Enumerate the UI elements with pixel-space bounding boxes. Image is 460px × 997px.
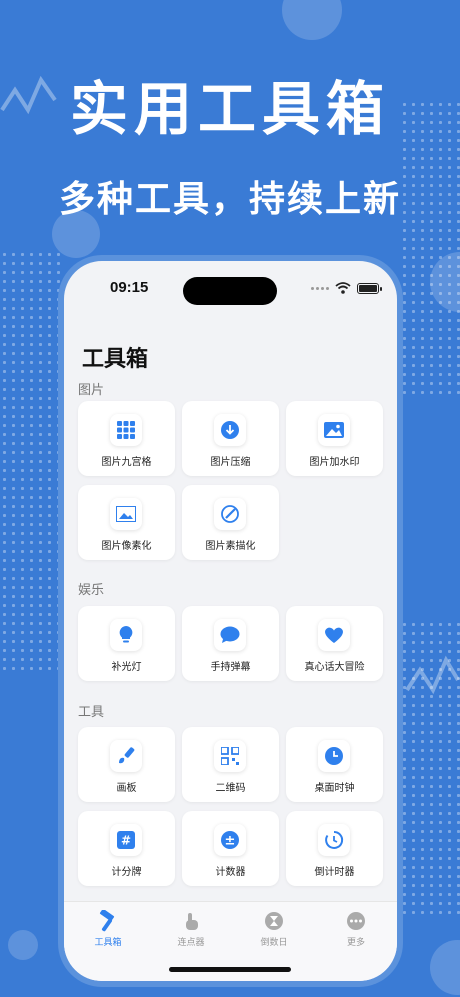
tool-card-label: 画板 xyxy=(116,783,137,794)
hero-title: 实用工具箱 xyxy=(69,75,390,143)
tool-card-label: 桌面时钟 xyxy=(314,783,355,794)
tool-card-label: 计数器 xyxy=(215,867,246,878)
compress-icon xyxy=(214,414,246,446)
clock-icon xyxy=(318,740,350,772)
bulb-icon xyxy=(110,619,142,651)
timer-icon xyxy=(318,824,350,856)
sketch-icon xyxy=(214,498,246,530)
tool-card[interactable]: 画板 xyxy=(78,727,175,802)
tool-card[interactable]: 二维码 xyxy=(182,727,279,802)
tool-card[interactable]: 图片加水印 xyxy=(286,401,383,476)
tool-card-label: 图片加水印 xyxy=(309,457,360,468)
tool-card[interactable]: 图片压缩 xyxy=(182,401,279,476)
image-icon xyxy=(318,414,350,446)
tool-card-label: 倒计时器 xyxy=(314,867,355,878)
hash-icon: # xyxy=(110,824,142,856)
heart-icon xyxy=(318,619,350,651)
svg-text:±: ± xyxy=(225,834,236,849)
home-indicator xyxy=(169,967,291,972)
hammer-icon xyxy=(99,910,115,932)
decor-circle xyxy=(430,940,460,995)
wifi-icon xyxy=(335,282,351,294)
tool-card-label: 手持弹幕 xyxy=(210,662,251,673)
phone-frame: 09:15 工具箱 图片图片九宫格 图片压缩 图片加水印图片像素化 图片素描化娱乐补光… xyxy=(58,255,403,987)
dynamic-island xyxy=(183,277,277,305)
tool-card-label: 图片像素化 xyxy=(101,541,152,552)
tool-card[interactable]: 桌面时钟 xyxy=(286,727,383,802)
tool-card-label: 补光灯 xyxy=(111,662,142,673)
tool-card-label: 图片素描化 xyxy=(205,541,256,552)
tab-countdown-days[interactable]: 倒数日 xyxy=(244,910,304,948)
section-label: 工具 xyxy=(78,705,105,720)
qrcode-icon xyxy=(214,740,246,772)
section-label: 娱乐 xyxy=(78,583,105,598)
tool-card[interactable]: 补光灯 xyxy=(78,606,175,681)
tool-card-label: 二维码 xyxy=(215,783,246,794)
battery-icon xyxy=(357,282,382,294)
phone-screen: 09:15 工具箱 图片图片九宫格 图片压缩 图片加水印图片像素化 图片素描化娱乐补光… xyxy=(64,261,397,981)
more-icon xyxy=(347,912,365,930)
svg-text:#: # xyxy=(121,834,131,848)
tab-label: 更多 xyxy=(346,938,365,948)
tab-bar: 工具箱 连点器 倒数日 更多 xyxy=(64,901,397,981)
signal-icon xyxy=(311,286,329,290)
tab-more[interactable]: 更多 xyxy=(326,910,386,948)
status-time: 09:15 xyxy=(110,279,149,296)
tool-card[interactable]: 倒计时器 xyxy=(286,811,383,886)
pixel-image-icon xyxy=(110,498,142,530)
decor-circle xyxy=(282,0,342,40)
plus-minus-icon: ± xyxy=(214,824,246,856)
chat-bubble-icon xyxy=(214,619,246,651)
tool-card-label: 真心话大冒险 xyxy=(304,662,365,673)
decor-zigzag xyxy=(405,655,460,695)
tab-label: 倒数日 xyxy=(260,938,288,948)
tab-clicker[interactable]: 连点器 xyxy=(161,910,221,948)
hourglass-icon xyxy=(265,912,283,930)
tool-card[interactable]: 图片像素化 xyxy=(78,485,175,560)
hero-subtitle: 多种工具，持续上新 xyxy=(58,179,401,220)
tool-card-label: 计分牌 xyxy=(111,867,142,878)
decor-circle xyxy=(8,930,38,960)
tool-card[interactable]: 图片九宫格 xyxy=(78,401,175,476)
tab-toolbox[interactable]: 工具箱 xyxy=(78,910,138,948)
tool-card-label: 图片九宫格 xyxy=(101,457,152,468)
section-label: 图片 xyxy=(78,383,105,398)
grid-icon xyxy=(110,414,142,446)
tool-card[interactable]: 图片素描化 xyxy=(182,485,279,560)
status-bar: 09:15 xyxy=(64,277,397,305)
tool-card[interactable]: # 计分牌 xyxy=(78,811,175,886)
tab-label: 连点器 xyxy=(177,938,205,948)
tool-card[interactable]: 真心话大冒险 xyxy=(286,606,383,681)
tab-label: 工具箱 xyxy=(94,938,122,948)
tool-card-label: 图片压缩 xyxy=(210,457,251,468)
page-title: 工具箱 xyxy=(82,347,149,372)
brush-icon xyxy=(110,740,142,772)
tool-card[interactable]: 手持弹幕 xyxy=(182,606,279,681)
decor-dots xyxy=(0,250,60,670)
tap-icon xyxy=(186,913,198,930)
tool-card[interactable]: ± 计数器 xyxy=(182,811,279,886)
